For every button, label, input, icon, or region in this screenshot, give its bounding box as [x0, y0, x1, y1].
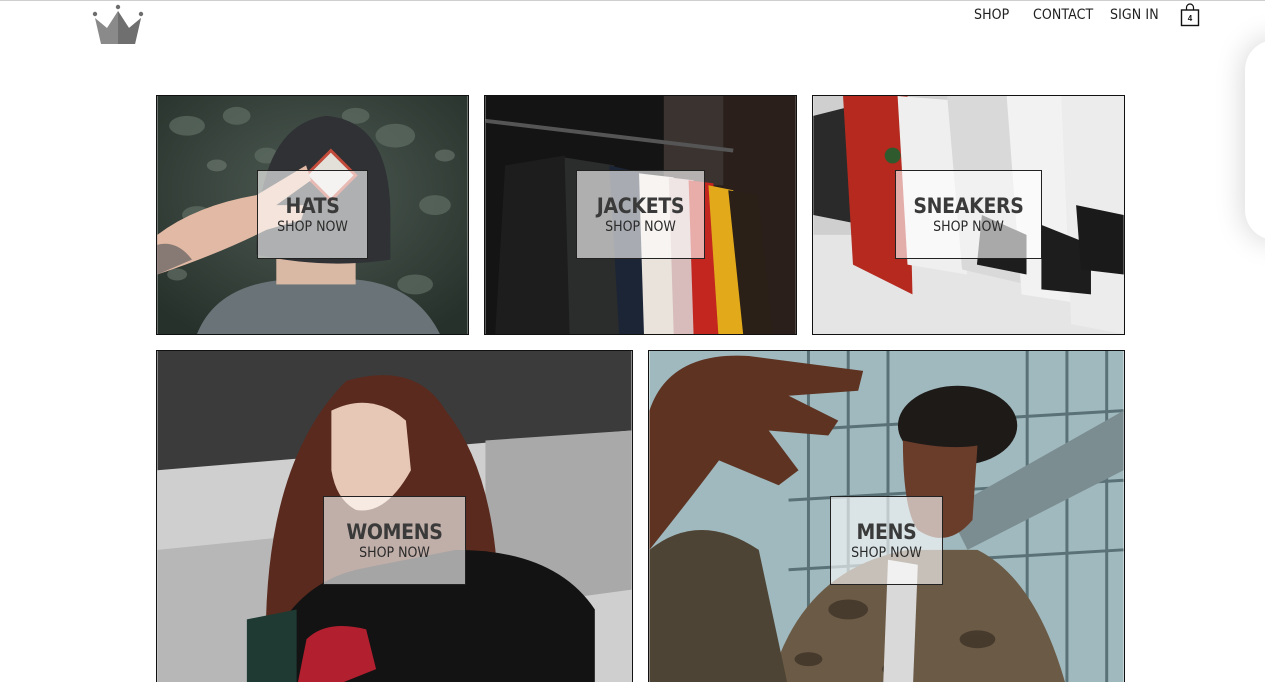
nav-sign-in-link[interactable]: SIGN IN	[1110, 7, 1159, 23]
category-tile-womens[interactable]: WOMENS SHOP NOW	[156, 350, 633, 682]
shop-now-link[interactable]: SHOP NOW	[324, 545, 465, 561]
nav-contact-link[interactable]: CONTACT	[1033, 7, 1093, 23]
shop-now-link[interactable]: SHOP NOW	[896, 219, 1041, 235]
crown-logo-icon[interactable]	[90, 4, 146, 46]
cart-button[interactable]: 4	[1180, 3, 1200, 27]
category-label-box: JACKETS SHOP NOW	[576, 170, 705, 259]
category-tile-jackets[interactable]: JACKETS SHOP NOW	[484, 95, 797, 335]
category-tile-hats[interactable]: HATS SHOP NOW	[156, 95, 469, 335]
nav-shop-link[interactable]: SHOP	[974, 7, 1009, 23]
shop-now-link[interactable]: SHOP NOW	[831, 545, 942, 561]
category-tile-sneakers[interactable]: SNEAKERS SHOP NOW	[812, 95, 1125, 335]
category-title: SNEAKERS	[913, 194, 1024, 218]
main-nav: SHOP CONTACT SIGN IN	[960, 5, 1180, 27]
category-title: HATS	[285, 194, 340, 218]
category-title: MENS	[856, 520, 917, 544]
category-label-box: MENS SHOP NOW	[830, 496, 943, 585]
cart-count-badge: 4	[1187, 14, 1193, 23]
shop-now-link[interactable]: SHOP NOW	[258, 219, 367, 235]
category-label-box: HATS SHOP NOW	[257, 170, 368, 259]
shop-now-link[interactable]: SHOP NOW	[577, 219, 704, 235]
category-label-box: WOMENS SHOP NOW	[323, 496, 466, 585]
category-title: JACKETS	[596, 194, 685, 218]
category-tile-mens[interactable]: MENS SHOP NOW	[648, 350, 1125, 682]
homepage: SHOP CONTACT SIGN IN 4 HATS SHOP NOW JAC…	[0, 0, 1265, 682]
category-title: WOMENS	[346, 520, 443, 544]
top-divider	[0, 0, 1265, 1]
side-drawer-shadow	[1245, 40, 1265, 240]
category-label-box: SNEAKERS SHOP NOW	[895, 170, 1042, 259]
